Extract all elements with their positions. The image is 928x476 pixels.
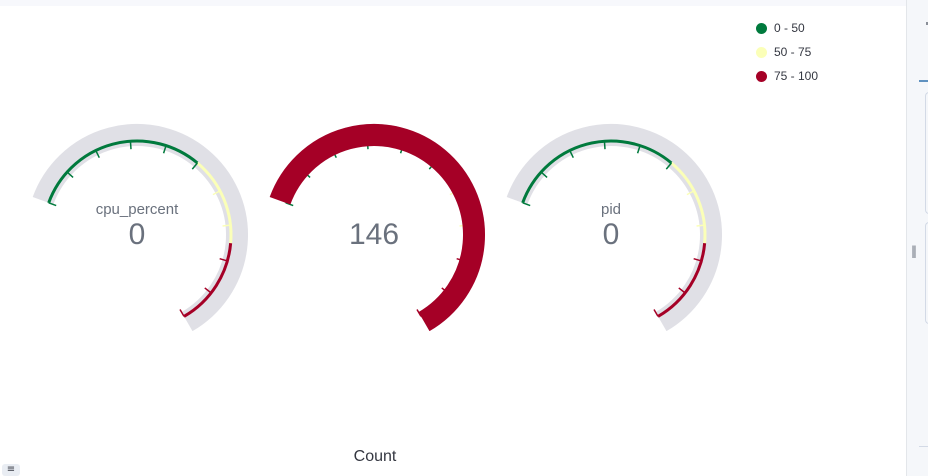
axis-label-count: Count: [353, 448, 397, 465]
gauge-count[interactable]: 146: [269, 124, 485, 332]
legend-item-high[interactable]: 75 - 100: [756, 64, 818, 88]
legend-color-swatch: [756, 22, 767, 34]
gauge-label: pid: [601, 201, 621, 218]
chart-legend: 0 - 50 50 - 75 75 - 100: [756, 16, 818, 88]
gauge-tick: [222, 224, 231, 227]
gauge-label: cpu_percent: [96, 201, 179, 218]
legend-color-swatch: [756, 70, 767, 82]
resize-handle-icon[interactable]: ‖: [911, 244, 917, 258]
legend-label: 75 - 100: [774, 69, 819, 83]
gauge-value: 146: [349, 218, 399, 251]
gauge-tick: [129, 141, 132, 150]
gauge-pid[interactable]: pid 0: [506, 124, 722, 332]
rail-divider: [919, 446, 928, 447]
legend-label: 50 - 75: [774, 45, 812, 59]
legend-label: 0 - 50: [774, 21, 805, 35]
legend-item-mid[interactable]: 50 - 75: [756, 40, 818, 64]
legend-toggle-icon[interactable]: ≡: [2, 464, 20, 476]
gauge-tick: [696, 224, 705, 227]
gauge-cpu-percent[interactable]: cpu_percent 0: [32, 124, 248, 332]
rail-active-tab-indicator[interactable]: [919, 80, 928, 82]
legend-color-swatch: [756, 46, 767, 58]
gauge-value: 0: [129, 218, 146, 251]
legend-item-low[interactable]: 0 - 50: [756, 16, 818, 40]
gauge-tick: [603, 141, 606, 150]
gauge-value: 0: [603, 218, 620, 251]
right-sidebar-collapsed: ‖: [906, 0, 928, 476]
